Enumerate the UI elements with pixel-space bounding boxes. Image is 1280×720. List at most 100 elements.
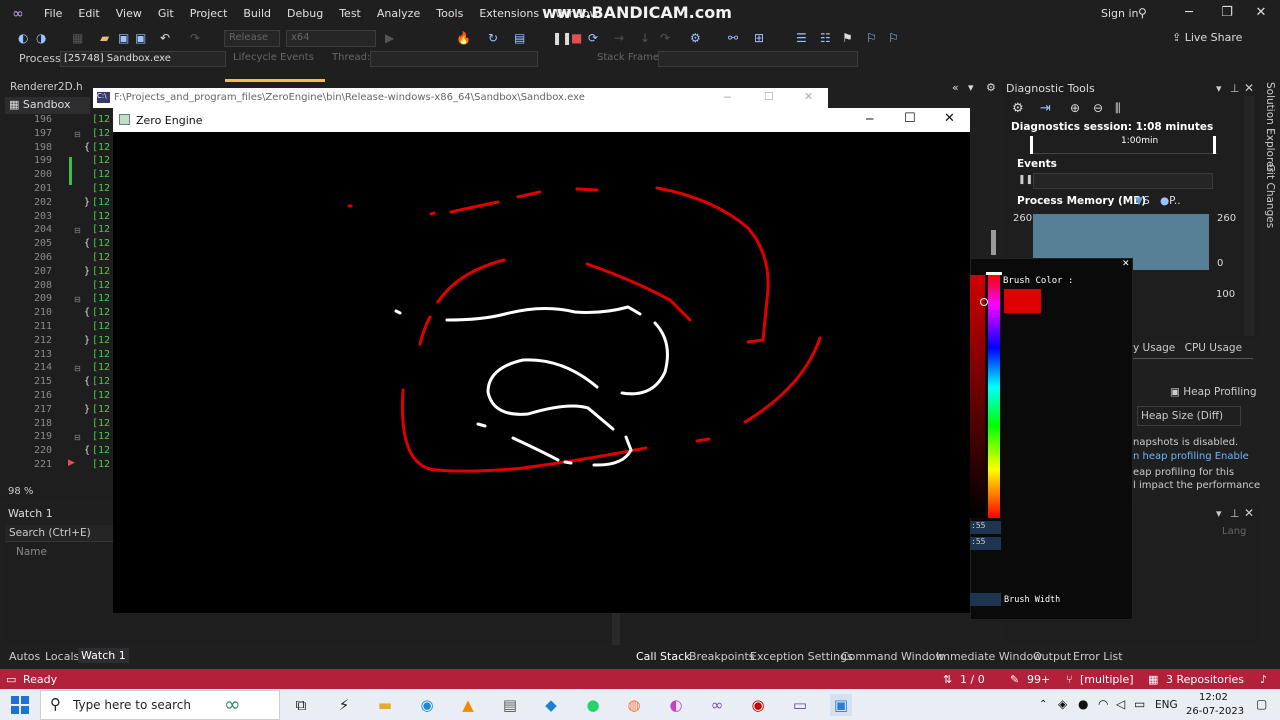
callstack-menu-icon[interactable]: ▾ [1216, 507, 1222, 520]
bookmark-icon[interactable]: ⚑ [842, 30, 853, 46]
app-icon-3[interactable]: ◐ [665, 694, 687, 716]
task-view-icon[interactable]: ⧉ [290, 694, 312, 716]
fold-toggle-icon[interactable]: ⊟ [74, 295, 81, 304]
battery-icon[interactable]: ▭ [1134, 697, 1145, 711]
notifications-icon[interactable]: ▢ [1256, 697, 1267, 711]
tab-output[interactable]: Output [1033, 650, 1071, 663]
code-line[interactable]: [12 [92, 211, 110, 222]
clock-time[interactable]: 12:02 [1199, 692, 1228, 703]
whatsapp-icon[interactable]: ● [582, 694, 604, 716]
code-line[interactable]: [12 [92, 404, 110, 415]
redo-icon[interactable]: ↷ [190, 30, 200, 46]
hot-reload-icon[interactable]: 🔥 [456, 30, 471, 46]
code-line[interactable]: [12 [92, 362, 110, 373]
menu-edit[interactable]: Edit [70, 0, 107, 28]
heap-message-2[interactable]: n heap profiling Enable [1133, 451, 1249, 462]
code-map-icon[interactable]: ⚯ [728, 30, 738, 46]
ze-close-icon[interactable]: ✕ [944, 111, 955, 126]
tab-exception-settings[interactable]: Exception Settings [750, 650, 853, 663]
hue-slider-handle[interactable] [986, 272, 1002, 275]
tab-cpu-usage[interactable]: CPU Usage [1185, 342, 1242, 354]
save-icon[interactable]: ▣ [118, 30, 129, 46]
menu-debug[interactable]: Debug [279, 0, 331, 28]
menu-extensions[interactable]: Extensions [471, 0, 547, 28]
saturation-value-picker[interactable] [970, 275, 985, 518]
bookmark-next-icon[interactable]: ⚐ [888, 30, 899, 46]
code-line[interactable]: [12 [92, 307, 110, 318]
fold-toggle-icon[interactable]: ⊟ [74, 433, 81, 442]
continue-icon[interactable]: ▶ [385, 30, 394, 46]
export-icon[interactable]: ⇥ [1040, 101, 1051, 116]
diag-scrollbar[interactable] [1244, 96, 1254, 336]
tab-renderer2d[interactable]: Renderer2D.h [10, 81, 83, 93]
tray-app-icon[interactable]: ● [1078, 697, 1088, 711]
reset-view-icon[interactable]: ⫼ [1115, 101, 1121, 116]
tab-overflow-icon[interactable]: « [952, 81, 959, 94]
thread-select[interactable] [370, 51, 538, 67]
code-line[interactable]: [12 [92, 418, 110, 429]
tab-watch-1[interactable]: Watch 1 [78, 648, 129, 663]
uncomment-icon[interactable]: ☷ [820, 30, 831, 46]
tab-immediate-window[interactable]: Immediate Window [936, 650, 1042, 663]
console-close-icon[interactable]: ✕ [804, 90, 813, 103]
pin-icon[interactable]: ⊥ [1230, 82, 1240, 95]
brush-width-slider[interactable] [970, 593, 1001, 606]
stack-frame-select[interactable] [658, 51, 858, 67]
pause-icon[interactable]: ❚❚ [552, 30, 572, 46]
tab-git-changes[interactable]: Git Changes [1264, 164, 1276, 228]
settings-icon[interactable]: ⚙ [1012, 101, 1024, 116]
minimize-icon[interactable]: ─ [1176, 5, 1202, 20]
wifi-icon[interactable]: ◠ [1098, 697, 1108, 711]
fold-toggle-icon[interactable]: ⊟ [74, 130, 81, 139]
panel-menu-icon[interactable]: ▾ [1216, 82, 1222, 95]
tab-dropdown-icon[interactable]: ▾ [968, 81, 974, 94]
console-minimize-icon[interactable]: ─ [724, 91, 731, 104]
code-line[interactable]: [12 [92, 335, 110, 346]
brush-color-swatch[interactable] [1004, 289, 1041, 313]
language-indicator[interactable]: ENG [1155, 699, 1178, 711]
zoom-in-icon[interactable]: ⊕ [1070, 101, 1080, 115]
tray-overflow-icon[interactable]: ⌃ [1039, 699, 1047, 710]
sign-in-link[interactable]: Sign in [1101, 7, 1139, 20]
code-line[interactable]: [12 [92, 321, 110, 332]
restore-icon[interactable]: ❐ [1214, 5, 1240, 20]
events-section-title[interactable]: Events [1017, 158, 1057, 170]
code-line[interactable]: [12 [92, 459, 110, 470]
color-field-b[interactable]: :55 [970, 537, 1001, 550]
code-line[interactable]: [12 [92, 114, 110, 125]
code-line[interactable]: [12 [92, 293, 110, 304]
menu-analyze[interactable]: Analyze [369, 0, 428, 28]
undo-icon[interactable]: ↶ [160, 30, 170, 46]
tab-locals[interactable]: Locals [45, 650, 79, 663]
status-changes[interactable]: 99+ [1027, 673, 1050, 686]
diagnostics-icon[interactable]: ⚙ [690, 30, 701, 46]
status-lines[interactable]: 1 / 0 [960, 673, 985, 686]
tab-memory-usage[interactable]: y Usage [1133, 342, 1175, 354]
menu-build[interactable]: Build [235, 0, 279, 28]
code-line[interactable]: [12 [92, 252, 110, 263]
editor-scroll-thumb[interactable] [991, 230, 996, 255]
ze-minimize-icon[interactable]: ─ [866, 112, 873, 126]
show-next-statement-icon[interactable]: → [614, 30, 624, 46]
zero-engine-titlebar[interactable] [113, 108, 970, 132]
visual-studio-icon[interactable]: ∞ [706, 694, 728, 716]
live-share-button[interactable]: ⇪ Live Share [1172, 31, 1242, 44]
fold-toggle-icon[interactable]: ⊟ [74, 226, 81, 235]
tab-breakpoints[interactable]: Breakpoints [689, 650, 755, 663]
account-icon[interactable]: ⚲ [1138, 6, 1147, 20]
breakpoint-icon[interactable]: ⊞ [754, 30, 764, 46]
layout-icon[interactable]: ▤ [514, 30, 525, 46]
app-icon-5[interactable]: ▣ [830, 694, 852, 716]
process-select[interactable]: [25748] Sandbox.exe [60, 51, 226, 67]
new-project-icon[interactable]: ▦ [72, 30, 83, 46]
lifecycle-events-button[interactable]: Lifecycle Events [233, 52, 314, 63]
notification-bell-icon[interactable]: ♪ [1260, 673, 1267, 686]
close-icon[interactable]: ✕ [1248, 5, 1274, 20]
tab-solution-explorer[interactable]: Solution Explorer [1264, 82, 1276, 172]
menu-file[interactable]: File [36, 0, 70, 28]
open-folder-icon[interactable]: ▰ [100, 30, 109, 46]
code-line[interactable]: [12 [92, 183, 110, 194]
code-line[interactable]: [12 [92, 280, 110, 291]
color-field-g[interactable]: :55 [970, 521, 1001, 534]
callstack-pin-icon[interactable]: ⊥ [1230, 507, 1240, 520]
